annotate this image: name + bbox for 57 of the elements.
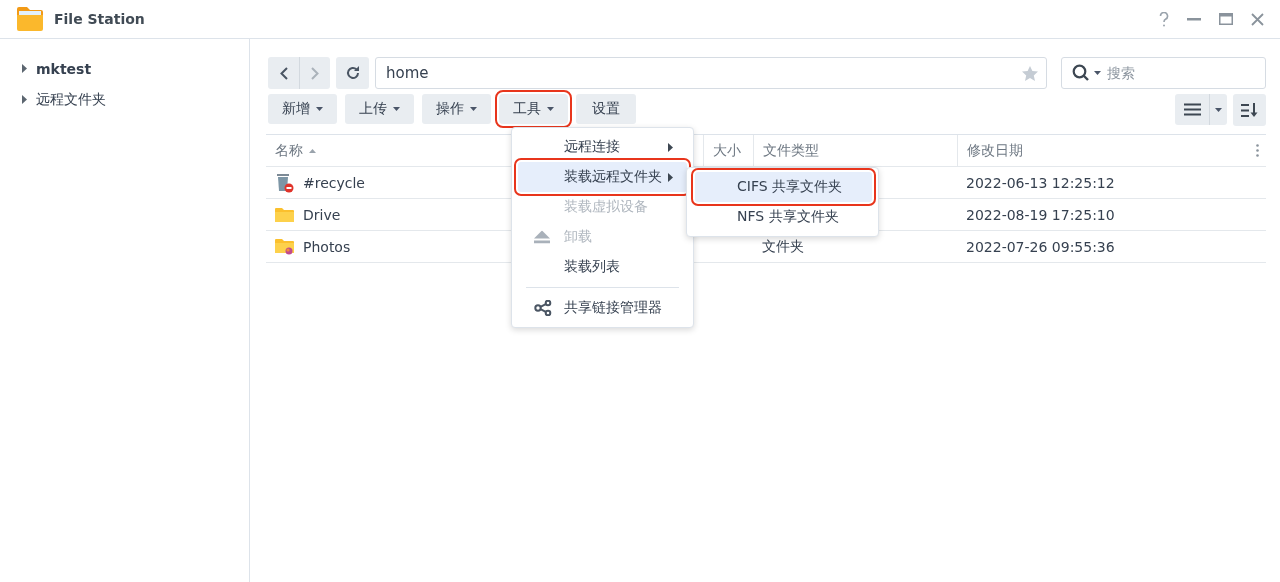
table-cell: 2022-06-13 12:25:12: [966, 174, 1115, 191]
menu-item[interactable]: 远程连接: [518, 132, 687, 162]
sidebar-item[interactable]: 远程文件夹: [36, 90, 106, 109]
folder-icon: [16, 6, 44, 32]
list-icon: [1183, 103, 1201, 116]
folder-icon: [275, 206, 294, 223]
sort-button[interactable]: [1233, 94, 1266, 126]
help-icon[interactable]: [1159, 11, 1169, 27]
share-icon: [534, 300, 552, 316]
path-field[interactable]: home: [375, 57, 1047, 89]
refresh-button[interactable]: [336, 57, 369, 89]
expand-arrow-icon[interactable]: [22, 64, 27, 73]
caret-icon: [1094, 71, 1101, 75]
caret-icon: [547, 107, 554, 111]
table-cell: 2022-08-19 17:25:10: [966, 206, 1115, 223]
search-input[interactable]: 搜索: [1105, 64, 1249, 82]
back-icon: [279, 66, 288, 80]
sort-arrow-icon: [309, 148, 316, 153]
star-icon[interactable]: [1022, 65, 1038, 81]
refresh-icon: [345, 66, 360, 80]
expand-arrow-icon[interactable]: [22, 95, 27, 104]
column-header[interactable]: 修改日期: [967, 141, 1023, 160]
toolbar-button[interactable]: 操作: [422, 94, 491, 124]
file-name[interactable]: #recycle: [303, 174, 365, 191]
toolbar-button[interactable]: 上传: [345, 94, 414, 124]
menu-item[interactable]: 共享链接管理器: [518, 293, 687, 323]
sidebar-item[interactable]: mktest: [36, 60, 92, 77]
forward-icon: [311, 66, 319, 80]
trash-icon: [275, 172, 294, 193]
search-field[interactable]: 搜索: [1061, 57, 1266, 89]
submenu-arrow-icon: [668, 142, 673, 152]
eject-icon: [534, 230, 550, 244]
column-header[interactable]: 文件类型: [763, 141, 819, 160]
caret-icon: [316, 107, 323, 111]
toolbar-button[interactable]: 新增: [268, 94, 337, 124]
menu-item[interactable]: 装载列表: [518, 252, 687, 282]
caret-icon: [393, 107, 400, 111]
menu-item[interactable]: NFS 共享文件夹: [695, 202, 872, 232]
close-icon[interactable]: [1251, 12, 1264, 26]
column-header[interactable]: 大小: [713, 141, 741, 160]
table-cell: 文件夹: [762, 237, 804, 256]
column-header[interactable]: 名称: [275, 141, 303, 160]
file-name[interactable]: Drive: [303, 206, 341, 223]
window-title: File Station: [54, 11, 145, 27]
folder-icon: [275, 238, 294, 255]
search-icon[interactable]: [1072, 64, 1090, 82]
toolbar-button[interactable]: 设置: [576, 94, 636, 124]
sort-icon: [1241, 102, 1258, 118]
table-cell: 2022-07-26 09:55:36: [966, 238, 1115, 255]
caret-icon: [470, 107, 477, 111]
path-input[interactable]: home: [384, 63, 1022, 83]
file-name[interactable]: Photos: [303, 238, 351, 255]
maximize-icon[interactable]: [1219, 13, 1233, 25]
submenu-arrow-icon: [668, 172, 673, 182]
minimize-icon[interactable]: [1187, 17, 1201, 21]
more-icon[interactable]: [1255, 144, 1259, 157]
caret-icon: [1215, 107, 1222, 112]
